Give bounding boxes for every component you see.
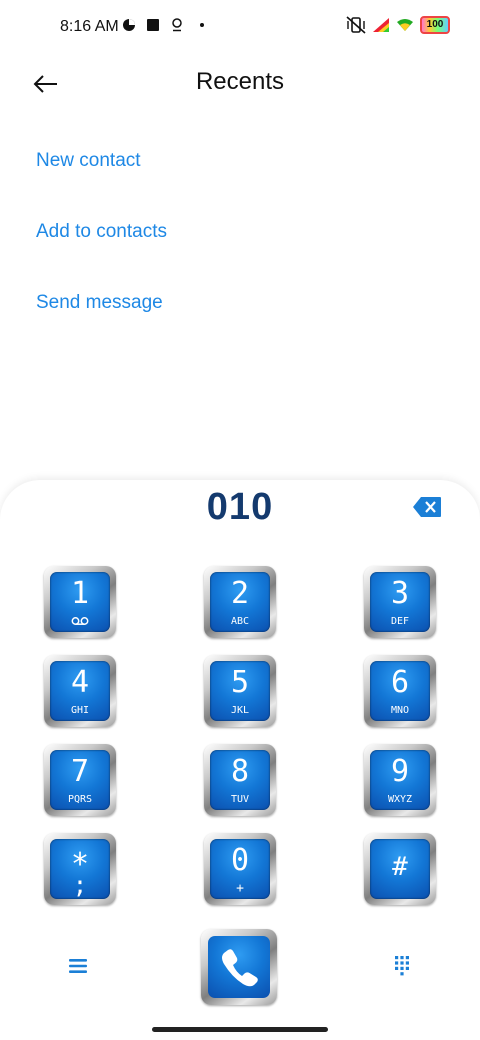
dialpad-grid-icon xyxy=(395,956,409,976)
status-icons-right: 100 xyxy=(346,16,450,34)
key-digit: 8 xyxy=(230,754,250,789)
send-message-link[interactable]: Send message xyxy=(36,292,163,314)
dialpad-key-4[interactable]: 4 GHI xyxy=(44,655,116,727)
key-face: 5 JKL xyxy=(210,661,270,721)
key-digit: 2 xyxy=(230,576,250,611)
key-letters: DEF xyxy=(390,616,410,627)
key-digit: 3 xyxy=(390,576,410,611)
key-letters: WXYZ xyxy=(387,794,413,805)
key-letters: JKL xyxy=(230,705,250,716)
call-button-face xyxy=(208,936,270,998)
call-button[interactable] xyxy=(201,929,277,1005)
dialpad-toggle-button[interactable] xyxy=(390,954,414,978)
key-digit: 1 xyxy=(70,576,90,611)
backspace-button[interactable] xyxy=(412,496,442,518)
home-indicator[interactable] xyxy=(152,1027,328,1032)
app-notification-icon xyxy=(123,19,135,31)
key-face: 9 WXYZ xyxy=(370,750,430,810)
key-digit: 7 xyxy=(70,754,90,789)
vibrate-off-icon xyxy=(346,16,366,34)
dialpad-key-7[interactable]: 7 PQRS xyxy=(44,744,116,816)
status-bar: 8:16 AM 100 xyxy=(0,0,480,56)
dialed-number: 010 xyxy=(206,486,274,528)
cell-signal-icon xyxy=(373,18,389,32)
key-face: 2 ABC xyxy=(210,572,270,632)
key-face: 0 + xyxy=(210,839,270,899)
key-digit: 9 xyxy=(390,754,410,789)
dialpad-key-hash[interactable]: # xyxy=(364,833,436,905)
key-letters: + xyxy=(236,881,244,896)
dialpad-key-9[interactable]: 9 WXYZ xyxy=(364,744,436,816)
more-notifications-dot xyxy=(200,23,204,27)
dialpad-key-3[interactable]: 3 DEF xyxy=(364,566,436,638)
dialpad-key-star[interactable]: * ; xyxy=(44,833,116,905)
dialpad-key-8[interactable]: 8 TUV xyxy=(204,744,276,816)
key-letters: PQRS xyxy=(67,794,93,805)
dialpad-key-6[interactable]: 6 MNO xyxy=(364,655,436,727)
key-face: # xyxy=(370,839,430,899)
location-icon xyxy=(172,18,182,32)
phone-icon xyxy=(222,949,258,987)
key-face: 3 DEF xyxy=(370,572,430,632)
key-digit: 4 xyxy=(70,665,90,700)
key-face: 4 GHI xyxy=(50,661,110,721)
key-letters: GHI xyxy=(70,705,90,716)
voicemail-icon xyxy=(71,617,89,625)
key-digit: 0 xyxy=(230,843,250,878)
page-title: Recents xyxy=(195,68,285,95)
new-contact-link[interactable]: New contact xyxy=(36,150,141,172)
key-face: 1 xyxy=(50,572,110,632)
menu-button[interactable] xyxy=(66,954,90,978)
add-to-contacts-link[interactable]: Add to contacts xyxy=(36,221,167,243)
dialpad-key-0[interactable]: 0 + xyxy=(204,833,276,905)
key-letters: ABC xyxy=(230,616,250,627)
key-letters: ; xyxy=(72,871,88,899)
stop-square-icon xyxy=(147,19,159,31)
status-time: 8:16 AM xyxy=(60,18,119,35)
app-bar: Recents xyxy=(0,56,480,112)
key-face: 8 TUV xyxy=(210,750,270,810)
dialpad-key-2[interactable]: 2 ABC xyxy=(204,566,276,638)
battery-icon: 100 xyxy=(420,16,450,34)
key-digit: # xyxy=(392,852,408,882)
key-face: * ; xyxy=(50,839,110,899)
wifi-icon xyxy=(397,19,413,31)
key-letters: TUV xyxy=(230,794,250,805)
key-digit: 5 xyxy=(230,665,250,700)
key-face: 6 MNO xyxy=(370,661,430,721)
key-digit: 6 xyxy=(390,665,410,700)
backspace-icon xyxy=(413,497,441,517)
dialpad-key-5[interactable]: 5 JKL xyxy=(204,655,276,727)
key-letters: MNO xyxy=(390,705,410,716)
key-face: 7 PQRS xyxy=(50,750,110,810)
status-icons-left xyxy=(122,18,204,32)
dialpad-key-1[interactable]: 1 xyxy=(44,566,116,638)
menu-icon xyxy=(69,959,87,973)
